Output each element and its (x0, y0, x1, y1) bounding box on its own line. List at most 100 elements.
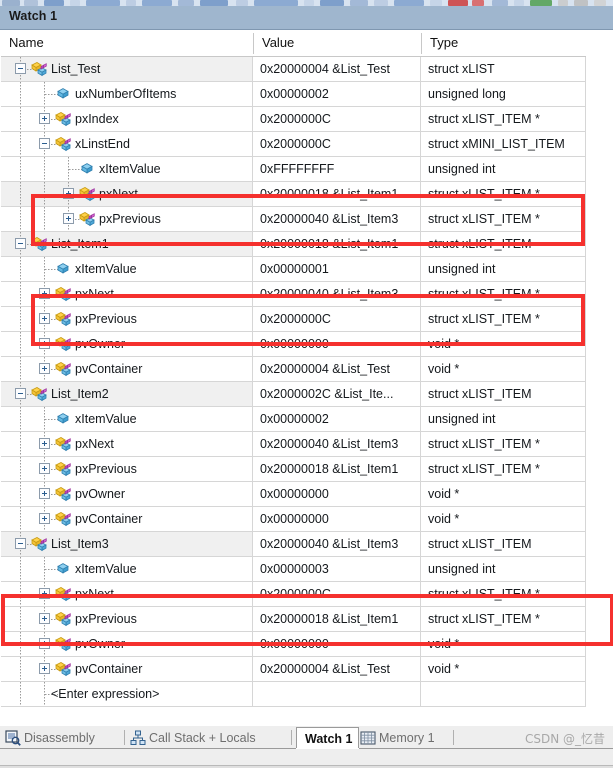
collapse-icon[interactable] (15, 388, 26, 399)
cell-value[interactable]: 0x20000040 &List_Item3 (253, 207, 421, 232)
cell-value[interactable]: 0x00000000 (253, 332, 421, 357)
table-row[interactable]: xItemValue 0x00000001 unsigned int (1, 257, 613, 282)
cell-value[interactable]: 0x00000002 (253, 82, 421, 107)
cell-type[interactable]: struct xLIST_ITEM * (421, 607, 586, 632)
expand-icon[interactable] (39, 438, 50, 449)
table-row[interactable]: List_Item2 0x2000002C &List_Ite... struct … (1, 382, 613, 407)
cell-name[interactable]: pxPrevious (1, 607, 253, 632)
cell-name[interactable]: pxNext (1, 432, 253, 457)
table-row[interactable]: pvContainer 0x20000004 &List_Test void * (1, 657, 613, 682)
table-row[interactable]: pxPrevious 0x20000018 &List_Item1 struct x… (1, 457, 613, 482)
tab-call-stack-locals[interactable]: Call Stack + Locals (129, 727, 289, 749)
table-row[interactable]: pvOwner 0x00000000 void * (1, 632, 613, 657)
cell-value[interactable]: 0x20000040 &List_Item3 (253, 432, 421, 457)
cell-value[interactable]: 0x00000000 (253, 632, 421, 657)
expand-icon[interactable] (39, 113, 50, 124)
column-header-value[interactable]: Value (254, 30, 421, 56)
cell-type[interactable]: struct xLIST_ITEM * (421, 457, 586, 482)
cell-name[interactable]: <Enter expression> (1, 682, 253, 707)
cell-value[interactable]: 0x20000018 &List_Item1 (253, 457, 421, 482)
expand-icon[interactable] (39, 588, 50, 599)
cell-value[interactable] (253, 682, 421, 707)
table-row[interactable]: pxNext 0x20000040 &List_Item3 struct xLIST… (1, 432, 613, 457)
column-header-type[interactable]: Type (422, 30, 586, 56)
table-row[interactable]: List_Test 0x20000004 &List_Test struct xLI… (1, 57, 613, 82)
cell-name[interactable]: pxNext (1, 182, 253, 207)
collapse-icon[interactable] (15, 238, 26, 249)
table-row[interactable]: List_Item3 0x20000040 &List_Item3 struct x… (1, 532, 613, 557)
table-row[interactable]: pvOwner 0x00000000 void * (1, 482, 613, 507)
collapse-icon[interactable] (39, 138, 50, 149)
table-row[interactable]: xItemValue 0xFFFFFFFF unsigned int (1, 157, 613, 182)
cell-type[interactable]: unsigned int (421, 157, 586, 182)
table-row[interactable]: pxNext 0x20000018 &List_Item1 struct xLIST… (1, 182, 613, 207)
cell-value[interactable]: 0x00000001 (253, 257, 421, 282)
cell-value[interactable]: 0x20000040 &List_Item3 (253, 532, 421, 557)
cell-type[interactable]: void * (421, 357, 586, 382)
cell-name[interactable]: pvContainer (1, 657, 253, 682)
cell-value[interactable]: 0x00000000 (253, 482, 421, 507)
table-row[interactable]: pvContainer 0x00000000 void * (1, 507, 613, 532)
cell-value[interactable]: 0x2000000C (253, 307, 421, 332)
table-row[interactable]: pxNext 0x2000000C struct xLIST_ITEM * (1, 582, 613, 607)
expand-icon[interactable] (39, 463, 50, 474)
cell-name[interactable]: pvOwner (1, 332, 253, 357)
collapse-icon[interactable] (15, 538, 26, 549)
cell-type[interactable]: struct xLIST_ITEM * (421, 207, 586, 232)
cell-name[interactable]: xItemValue (1, 157, 253, 182)
cell-value[interactable]: 0x00000003 (253, 557, 421, 582)
table-row[interactable]: uxNumberOfItems 0x00000002 unsigned long (1, 82, 613, 107)
cell-name[interactable]: List_Item3 (1, 532, 253, 557)
table-row[interactable]: List_Item1 0x20000018 &List_Item1 struct x… (1, 232, 613, 257)
cell-value[interactable]: 0xFFFFFFFF (253, 157, 421, 182)
cell-name[interactable]: xItemValue (1, 557, 253, 582)
cell-name[interactable]: uxNumberOfItems (1, 82, 253, 107)
cell-type[interactable] (421, 682, 586, 707)
cell-value[interactable]: 0x00000002 (253, 407, 421, 432)
table-row[interactable]: pxPrevious 0x2000000C struct xLIST_ITEM * (1, 307, 613, 332)
cell-type[interactable]: unsigned long (421, 82, 586, 107)
cell-type[interactable]: struct xMINI_LIST_ITEM (421, 132, 586, 157)
cell-type[interactable]: void * (421, 332, 586, 357)
cell-name[interactable]: pxNext (1, 582, 253, 607)
cell-name[interactable]: List_Test (1, 57, 253, 82)
expand-icon[interactable] (39, 638, 50, 649)
cell-name[interactable]: pxPrevious (1, 457, 253, 482)
cell-value[interactable]: 0x20000004 &List_Test (253, 657, 421, 682)
cell-value[interactable]: 0x20000040 &List_Item3 (253, 282, 421, 307)
cell-type[interactable]: unsigned int (421, 557, 586, 582)
cell-type[interactable]: void * (421, 507, 586, 532)
table-row[interactable]: pxNext 0x20000040 &List_Item3 struct xLIST… (1, 282, 613, 307)
cell-type[interactable]: unsigned int (421, 407, 586, 432)
cell-name[interactable]: pvContainer (1, 507, 253, 532)
cell-type[interactable]: struct xLIST_ITEM * (421, 282, 586, 307)
cell-name[interactable]: List_Item1 (1, 232, 253, 257)
tab-disassembly[interactable]: Disassembly (4, 727, 122, 749)
expand-icon[interactable] (39, 288, 50, 299)
cell-type[interactable]: struct xLIST_ITEM * (421, 432, 586, 457)
table-row[interactable]: <Enter expression> (1, 682, 613, 707)
expand-icon[interactable] (39, 363, 50, 374)
cell-name[interactable]: pvOwner (1, 482, 253, 507)
cell-name[interactable]: pvContainer (1, 357, 253, 382)
cell-value[interactable]: 0x2000000C (253, 132, 421, 157)
cell-value[interactable]: 0x2000000C (253, 582, 421, 607)
tab-memory-1[interactable]: Memory 1 (359, 727, 451, 749)
cell-name[interactable]: pvOwner (1, 632, 253, 657)
cell-value[interactable]: 0x20000004 &List_Test (253, 357, 421, 382)
expand-icon[interactable] (39, 338, 50, 349)
cell-value[interactable]: 0x20000018 &List_Item1 (253, 232, 421, 257)
cell-value[interactable]: 0x2000000C (253, 107, 421, 132)
cell-name[interactable]: pxPrevious (1, 207, 253, 232)
cell-type[interactable]: struct xLIST_ITEM (421, 382, 586, 407)
expand-icon[interactable] (39, 613, 50, 624)
expand-icon[interactable] (39, 488, 50, 499)
cell-type[interactable]: struct xLIST_ITEM * (421, 182, 586, 207)
cell-name[interactable]: pxNext (1, 282, 253, 307)
table-row[interactable]: pxPrevious 0x20000040 &List_Item3 struct x… (1, 207, 613, 232)
cell-type[interactable]: struct xLIST (421, 57, 586, 82)
cell-value[interactable]: 0x00000000 (253, 507, 421, 532)
cell-value[interactable]: 0x20000018 &List_Item1 (253, 607, 421, 632)
table-row[interactable]: pxPrevious 0x20000018 &List_Item1 struct x… (1, 607, 613, 632)
table-row[interactable]: pvOwner 0x00000000 void * (1, 332, 613, 357)
